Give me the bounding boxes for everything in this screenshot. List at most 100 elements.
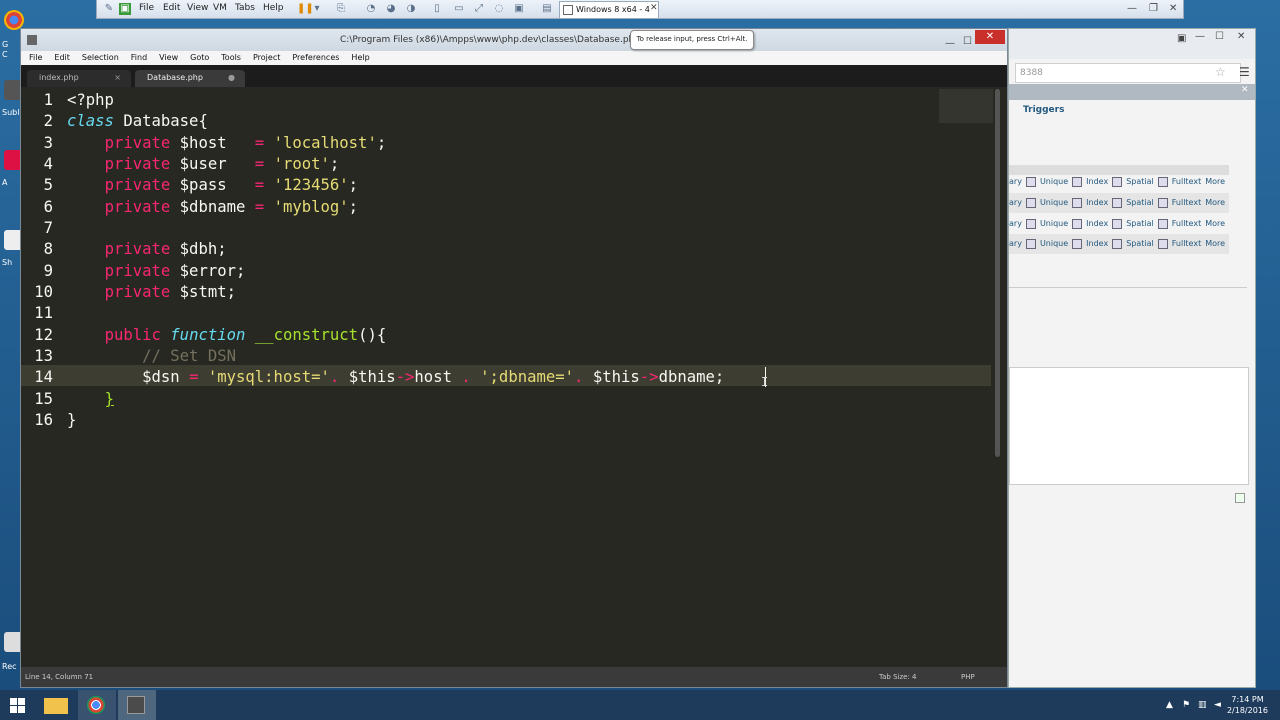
code-editor[interactable]: 1 2 3 4 5 6 7 8 9 10 11 12 13 14 15 16 <… [21,87,1007,667]
string: 'myblog' [273,198,349,216]
action-fulltext[interactable]: Fulltext [1172,239,1201,248]
minimize-icon[interactable]: — [1127,3,1137,14]
action-more[interactable]: More [1205,239,1225,248]
menu-tools[interactable]: Tools [221,51,241,65]
menu-selection[interactable]: Selection [82,51,119,65]
operator: = [254,198,265,216]
action-spatial[interactable]: Spatial [1126,198,1154,207]
vm-menu-tabs[interactable]: Tabs [235,3,255,13]
chevron-down-icon[interactable]: ▾ [311,3,323,15]
action-more[interactable]: More [1205,219,1225,228]
vm-tab[interactable]: Windows 8 x64 - 4 [559,1,659,18]
vm-menu-view[interactable]: View [187,3,208,13]
release-input-tooltip: To release input, press Ctrl+Alt. [630,30,754,50]
action-spatial[interactable]: Spatial [1126,219,1154,228]
vm-menu-edit[interactable]: Edit [163,3,180,13]
action-more[interactable]: More [1205,177,1225,186]
action-primary[interactable]: ary [1009,219,1022,228]
snapshot-icon[interactable]: ◔ [365,3,377,15]
action-unique[interactable]: Unique [1040,177,1068,186]
menu-preferences[interactable]: Preferences [292,51,339,65]
file-explorer-button[interactable] [38,690,76,720]
action-spatial[interactable]: Spatial [1126,177,1154,186]
tab-database-php[interactable]: Database.php ● [135,70,245,87]
action-index[interactable]: Index [1086,177,1108,186]
action-fulltext[interactable]: Fulltext [1172,219,1201,228]
library-icon[interactable]: ▤ [541,3,553,15]
close-icon[interactable]: ✕ [975,30,1005,44]
menu-edit[interactable]: Edit [54,51,70,65]
scrollbar[interactable] [995,89,1000,457]
private-keyword: private [104,134,171,152]
menu-help[interactable]: Help [351,51,369,65]
action-primary[interactable]: ary [1009,198,1022,207]
panel-toggle-icon[interactable] [1235,493,1245,503]
line-number: 16 [34,411,53,429]
restore-icon[interactable]: ❐ [1149,3,1158,14]
action-fulltext[interactable]: Fulltext [1172,177,1201,186]
class-keyword: class [67,112,114,130]
close-icon[interactable]: ✕ [1169,3,1177,14]
line-number: 14 [34,368,53,386]
action-index[interactable]: Index [1086,219,1108,228]
vm-menu-vm[interactable]: VM [213,3,227,13]
tab-modified-icon[interactable]: ● [228,70,235,86]
address-bar[interactable]: 8388 [1015,63,1241,83]
maximize-icon[interactable]: ☐ [963,31,972,53]
clock[interactable]: 7:14 PM 2/18/2016 [1227,694,1268,716]
start-button[interactable] [0,690,36,720]
action-index[interactable]: Index [1086,239,1108,248]
minimap[interactable] [939,89,993,123]
function-name: __construct [254,326,359,344]
star-icon[interactable]: ☆ [1215,65,1226,79]
action-unique[interactable]: Unique [1040,198,1068,207]
menu-icon[interactable]: ☰ [1239,65,1250,79]
minimize-icon[interactable]: — [1195,31,1205,42]
user-icon[interactable]: ▣ [1177,33,1186,44]
action-more[interactable]: More [1205,198,1225,207]
panel-close-icon[interactable]: ✕ [1241,85,1249,95]
divider [1009,287,1247,288]
tab-close-icon[interactable]: × [114,70,121,86]
sublime-taskbar-button[interactable] [118,690,156,720]
send-keys-icon[interactable]: ⎘ [335,3,347,15]
chevron-up-icon[interactable]: ▲ [1166,700,1173,710]
action-unique[interactable]: Unique [1040,239,1068,248]
tab-index-php[interactable]: index.php × [27,70,131,87]
windows-logo-icon [18,706,25,713]
manage-snapshots-icon[interactable]: ◑ [405,3,417,15]
action-primary[interactable]: ary [1009,239,1022,248]
thumbnail-icon[interactable]: ▭ [453,3,465,15]
vm-tab-close-icon[interactable]: ✕ [650,3,658,13]
tab-size[interactable]: Tab Size: 4 [879,667,916,687]
action-unique[interactable]: Unique [1040,219,1068,228]
triggers-tab[interactable]: Triggers [1023,105,1064,115]
revert-icon[interactable]: ◕ [385,3,397,15]
line-number: 1 [43,91,53,109]
vm-menu-help[interactable]: Help [263,3,284,13]
sidebar-icon[interactable]: ▯ [431,3,443,15]
unity-icon[interactable]: ◌ [493,3,505,15]
chrome-desktop-icon[interactable] [4,10,24,30]
action-primary[interactable]: ary [1009,177,1022,186]
action-spatial[interactable]: Spatial [1126,239,1154,248]
console-view-icon[interactable]: ▣ [513,3,525,15]
menu-project[interactable]: Project [253,51,280,65]
fullscreen-icon[interactable]: ⤢ [473,3,485,15]
chrome-taskbar-button[interactable] [78,690,116,720]
menu-view[interactable]: View [159,51,178,65]
maximize-icon[interactable]: ☐ [1215,31,1224,42]
volume-icon[interactable]: ◄ [1214,700,1221,710]
syntax-mode[interactable]: PHP [961,667,975,687]
action-fulltext[interactable]: Fulltext [1172,198,1201,207]
pin-icon[interactable]: ✎ [103,3,115,15]
vm-menu-file[interactable]: File [139,3,154,13]
flag-icon[interactable]: ⚑ [1182,700,1190,710]
menu-goto[interactable]: Goto [190,51,209,65]
pause-icon[interactable]: ❚❚ [297,3,314,15]
action-index[interactable]: Index [1086,198,1108,207]
close-icon[interactable]: ✕ [1237,31,1245,42]
network-icon[interactable]: ▥ [1198,700,1207,710]
menu-file[interactable]: File [29,51,42,65]
menu-find[interactable]: Find [131,51,147,65]
